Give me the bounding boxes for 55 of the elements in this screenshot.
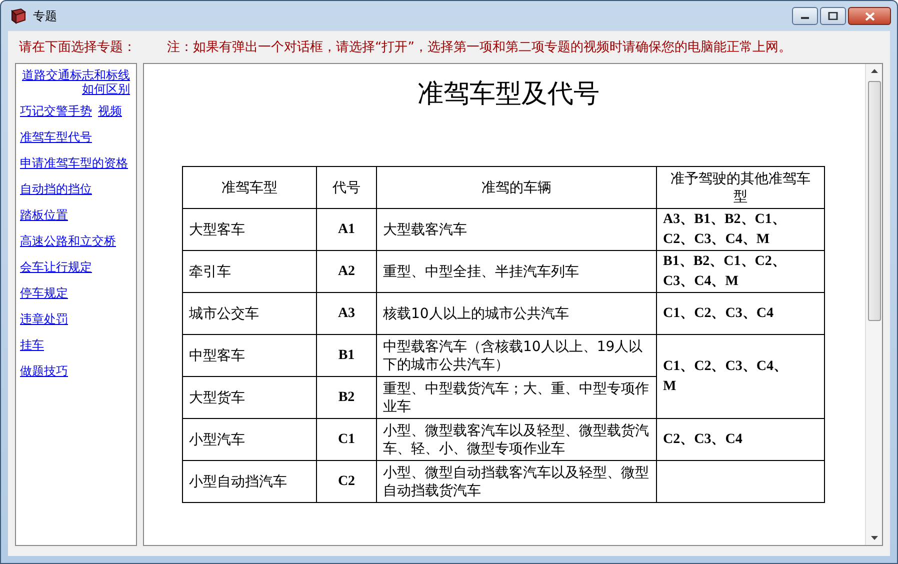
table-cell: 城市公交车 bbox=[182, 292, 316, 334]
sidebar-link[interactable]: 高速公路和立交桥 bbox=[20, 234, 116, 248]
table-cell: 牵引车 bbox=[182, 250, 316, 292]
sidebar-link[interactable]: 做题技巧 bbox=[20, 364, 68, 378]
sidebar-link[interactable]: 会车让行规定 bbox=[20, 260, 92, 274]
column-header: 准予驾驶的其他准驾车型 bbox=[656, 166, 824, 208]
table-cell: A2 bbox=[316, 250, 376, 292]
sidebar-link[interactable]: 申请准驾车型的资格 bbox=[20, 156, 128, 170]
table-cell: B2 bbox=[316, 376, 376, 418]
table-cell: 小型、微型载客汽车以及轻型、微型载货汽车、轻、小、微型专项作业车 bbox=[376, 418, 656, 460]
column-header: 代号 bbox=[316, 166, 376, 208]
prompt-text: 请在下面选择专题： bbox=[19, 39, 137, 56]
sidebar-link[interactable]: 巧记交警手势 bbox=[20, 104, 92, 118]
table-cell: 大型货车 bbox=[182, 376, 316, 418]
scroll-thumb[interactable] bbox=[868, 81, 880, 321]
notice-text: 注：如果有弹出一个对话框，请选择“打开”，选择第一项和第二项专题的视频时请确保您的电脑能正常上网。 bbox=[167, 39, 792, 56]
sidebar-link[interactable]: 挂车 bbox=[20, 338, 44, 352]
sidebar-link[interactable]: 准驾车型代号 bbox=[20, 130, 92, 144]
scroll-up-icon[interactable] bbox=[870, 69, 878, 73]
table-cell: A3 bbox=[316, 292, 376, 334]
table-cell: 小型汽车 bbox=[182, 418, 316, 460]
table-cell: 小型、微型自动挡载客汽车以及轻型、微型自动挡载货汽车 bbox=[376, 460, 656, 502]
table-cell: A3、B1、B2、C1、C2、C3、C4、M bbox=[656, 208, 824, 250]
close-button[interactable] bbox=[848, 7, 891, 25]
table-cell: 中型载客汽车（含核载10人以上、19人以下的城市公共汽车） bbox=[376, 334, 656, 376]
maximize-button[interactable] bbox=[820, 7, 846, 25]
close-icon bbox=[864, 12, 874, 20]
table-cell: 中型客车 bbox=[182, 334, 316, 376]
table-cell: C2、C3、C4 bbox=[656, 418, 824, 460]
window-title: 专题 bbox=[33, 8, 57, 24]
column-header: 准驾车型 bbox=[182, 166, 316, 208]
sidebar-link[interactable]: 视频 bbox=[98, 104, 122, 118]
table-cell: C1 bbox=[316, 418, 376, 460]
maximize-icon bbox=[828, 12, 838, 20]
table-cell: B1 bbox=[316, 334, 376, 376]
document-title: 准驾车型及代号 bbox=[416, 78, 600, 111]
table-cell: 小型自动挡汽车 bbox=[182, 460, 316, 502]
sidebar-link[interactable]: 道路交通标志和标线如何区别 bbox=[20, 68, 130, 96]
table-cell: 重型、中型全挂、半挂汽车列车 bbox=[376, 250, 656, 292]
table-cell: C2 bbox=[316, 460, 376, 502]
vertical-scrollbar[interactable] bbox=[865, 64, 882, 545]
table-cell: C1、C2、C3、C4、M bbox=[656, 334, 824, 418]
table-cell: 核载10人以上的城市公共汽车 bbox=[376, 292, 656, 334]
table-cell: B1、B2、C1、C2、C3、C4、M bbox=[656, 250, 824, 292]
table-cell: 大型载客汽车 bbox=[376, 208, 656, 250]
table-cell: 大型客车 bbox=[182, 208, 316, 250]
sidebar-link[interactable]: 违章处罚 bbox=[20, 312, 68, 326]
column-header: 准驾的车辆 bbox=[376, 166, 656, 208]
sidebar-link[interactable]: 自动挡的挡位 bbox=[20, 182, 92, 196]
sidebar-link[interactable]: 踏板位置 bbox=[20, 208, 68, 222]
minimize-button[interactable] bbox=[792, 7, 818, 25]
table-cell: C1、C2、C3、C4 bbox=[656, 292, 824, 334]
table-cell: A1 bbox=[316, 208, 376, 250]
scroll-down-icon[interactable] bbox=[870, 536, 878, 540]
sidebar-link[interactable]: 停车规定 bbox=[20, 286, 68, 300]
